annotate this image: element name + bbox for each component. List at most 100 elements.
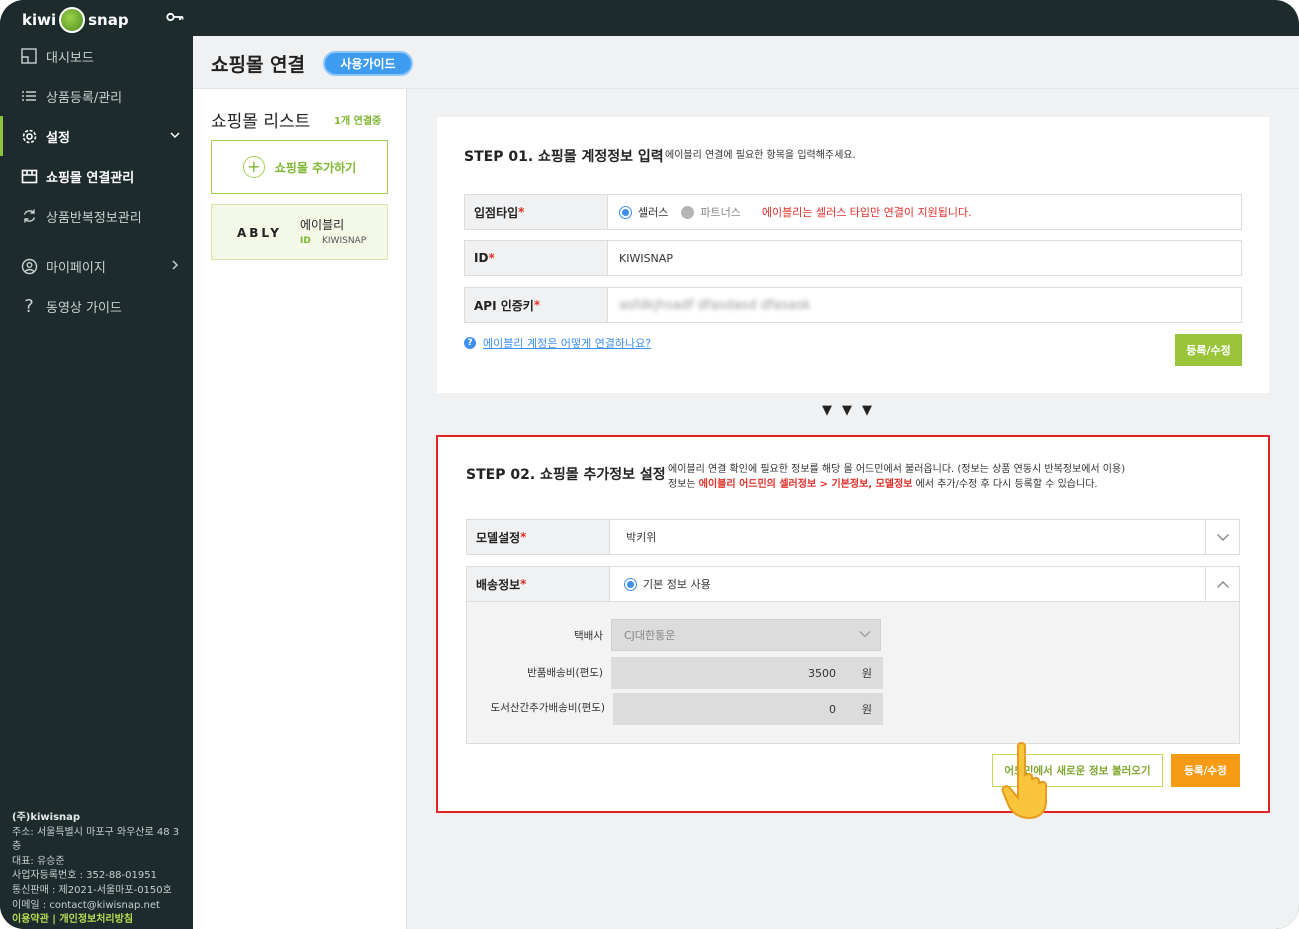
- delivery-label: 배송정보 *: [467, 567, 610, 601]
- radio-sellers[interactable]: [619, 205, 632, 219]
- step2-title: STEP 02. 쇼핑몰 추가정보 설정: [466, 467, 666, 483]
- return-fee-input[interactable]: 3500 원: [611, 657, 883, 689]
- help-icon: ?: [464, 337, 476, 349]
- plus-icon: +: [242, 156, 265, 178]
- radio-partners[interactable]: [681, 205, 695, 219]
- gear-icon: [20, 127, 38, 145]
- radio-partners-label[interactable]: 파트너스: [700, 204, 740, 220]
- id-input[interactable]: KIWISNAP: [608, 241, 1241, 275]
- kiwi-ball-icon: [59, 7, 86, 33]
- chevron-down-icon[interactable]: [1205, 520, 1239, 554]
- id-label: ID *: [465, 241, 608, 275]
- sidebar-nav: 대시보드 상품등록/관리 설정 쇼핑몰 연결관리 상품반복정보관리 마이페이지 …: [0, 36, 193, 326]
- sidebar-item-label: 마이페이지: [46, 260, 106, 276]
- model-row: 모델설정 * 박키위: [466, 519, 1240, 555]
- footer-ceo: 대표: 유승준: [12, 855, 65, 867]
- mall-count-badge: 1개 연결중: [334, 116, 382, 127]
- chevron-down-icon: [170, 132, 180, 139]
- logo-text-right: snap: [88, 11, 129, 29]
- type-label: 입점타입 *: [465, 195, 608, 229]
- add-mall-button[interactable]: + 쇼핑몰 추가하기: [211, 140, 388, 194]
- app-window: kiwi snap 대시보드 상품등록/관리 설정 쇼핑몰 연결관리 상품반복정…: [0, 0, 1299, 929]
- sidebar-item-repeat-info[interactable]: 상품반복정보관리: [0, 196, 193, 236]
- delivery-details: 택배사 CJ대한통운 반품배송비(편도) 3500 원 도서산간추가배송비(편도…: [467, 602, 1239, 743]
- api-row: API 인증키 * asfdkjhsadf dfasdasd dfasask: [464, 287, 1242, 323]
- step1-desc: 에이블리 연결에 필요한 항목을 입력해주세요.: [665, 150, 856, 161]
- store-icon: [20, 167, 38, 185]
- mall-name: 에이블리: [300, 218, 345, 232]
- chevron-right-icon: [172, 260, 179, 270]
- mall-id: KIWISNAP: [322, 236, 367, 246]
- step1-submit-button[interactable]: 등록/수정: [1175, 334, 1242, 366]
- guide-button[interactable]: 사용가이드: [323, 51, 413, 76]
- sidebar-item-settings[interactable]: 설정: [0, 116, 193, 156]
- mall-list-title: 쇼핑몰 리스트: [211, 112, 311, 132]
- radio-sellers-label[interactable]: 셀러스: [638, 204, 668, 220]
- sidebar-item-mall-connection[interactable]: 쇼핑몰 연결관리: [0, 156, 193, 196]
- sidebar: kiwi snap 대시보드 상품등록/관리 설정 쇼핑몰 연결관리 상품반복정…: [0, 0, 193, 929]
- pointer-hand-icon: [1001, 742, 1047, 820]
- logo-text-left: kiwi: [22, 11, 57, 29]
- help-link-text[interactable]: 에이블리 계정은 어떻게 연결하나요?: [483, 335, 651, 351]
- step1-title: STEP 01. 쇼핑몰 계정정보 입력: [464, 149, 664, 165]
- step2-card: STEP 02. 쇼핑몰 추가정보 설정 에이블리 연결 확인에 필요한 정보를…: [436, 435, 1270, 813]
- mall-list-panel: 쇼핑몰 리스트 1개 연결중 + 쇼핑몰 추가하기 ABLY 에이블리 ID K…: [193, 89, 407, 929]
- refresh-icon: [20, 207, 38, 225]
- api-key-input[interactable]: asfdkjhsadf dfasdasd dfasask: [608, 288, 1241, 322]
- footer-biz-no: 사업자등록번호 : 352-88-01951: [12, 870, 157, 882]
- step2-submit-button[interactable]: 등록/수정: [1171, 754, 1240, 787]
- help-link[interactable]: ? 에이블리 계정은 어떻게 연결하나요?: [464, 335, 651, 351]
- sidebar-item-label: 상품반복정보관리: [46, 210, 142, 226]
- user-icon: [20, 257, 38, 275]
- add-mall-label: 쇼핑몰 추가하기: [274, 160, 357, 175]
- delivery-header: 배송정보 * 기본 정보 사용: [467, 567, 1239, 602]
- mall-id-label: ID: [300, 236, 311, 246]
- model-select[interactable]: 박키위: [610, 520, 1239, 554]
- page-header: 쇼핑몰 연결 사용가이드: [193, 36, 1299, 89]
- island-fee-label: 도서산간추가배송비(편도): [490, 702, 605, 714]
- return-fee-label: 반품배송비(편도): [527, 667, 603, 679]
- question-icon: ?: [24, 295, 34, 317]
- sidebar-item-video-guide[interactable]: ? 동영상 가이드: [0, 286, 193, 326]
- delivery-section: 배송정보 * 기본 정보 사용 택배사 CJ대한통운 반품배송비(편도) 350…: [466, 566, 1240, 744]
- brand-logo[interactable]: kiwi snap: [22, 6, 129, 34]
- step2-desc: 에이블리 연결 확인에 필요한 정보를 해당 몰 어드민에서 불러옵니다. (정…: [668, 464, 1126, 490]
- chevron-down-icon: [859, 631, 871, 638]
- courier-select[interactable]: CJ대한통운: [611, 619, 881, 651]
- radio-default-delivery[interactable]: [624, 577, 637, 591]
- down-arrows: ▼▼▼: [822, 403, 882, 418]
- sidebar-item-label: 동영상 가이드: [46, 300, 122, 316]
- radio-default-delivery-label[interactable]: 기본 정보 사용: [643, 576, 711, 592]
- dashboard-icon: [20, 47, 38, 65]
- type-row: 입점타입 * 셀러스 파트너스 에이블리는 셀러스 타입만 연결이 지원됩니다.: [464, 194, 1242, 230]
- sidebar-item-dashboard[interactable]: 대시보드: [0, 36, 193, 76]
- sidebar-item-label: 대시보드: [46, 50, 94, 66]
- sidebar-item-products[interactable]: 상품등록/관리: [0, 76, 193, 116]
- footer-email: 이메일 : contact@kiwisnap.net: [12, 899, 160, 911]
- step1-card: STEP 01. 쇼핑몰 계정정보 입력 에이블리 연결에 필요한 항목을 입력…: [437, 117, 1269, 393]
- type-warning: 에이블리는 셀러스 타입만 연결이 지원됩니다.: [761, 206, 972, 219]
- key-icon[interactable]: [166, 10, 184, 24]
- courier-label: 택배사: [574, 630, 603, 642]
- sidebar-footer: (주)kiwisnap 주소: 서울특별시 마포구 와우산로 48 3층 대표:…: [12, 811, 187, 928]
- footer-address: 주소: 서울특별시 마포구 와우산로 48 3층: [12, 826, 180, 853]
- mall-list-item[interactable]: ABLY 에이블리 ID KIWISNAP: [211, 204, 388, 260]
- footer-links[interactable]: 이용약관 | 개인정보처리방침: [12, 913, 187, 928]
- main-content: 쇼핑몰 연결 사용가이드 쇼핑몰 리스트 1개 연결중 + 쇼핑몰 추가하기 A…: [193, 36, 1299, 929]
- ably-logo: ABLY: [237, 226, 282, 240]
- id-row: ID * KIWISNAP: [464, 240, 1242, 276]
- sidebar-item-label: 설정: [46, 130, 70, 146]
- model-label: 모델설정 *: [467, 520, 610, 554]
- sidebar-item-label: 쇼핑몰 연결관리: [46, 170, 135, 186]
- chevron-up-icon[interactable]: [1205, 567, 1239, 601]
- api-label: API 인증키 *: [465, 288, 608, 322]
- list-icon: [20, 87, 38, 105]
- footer-company: (주)kiwisnap: [12, 812, 81, 823]
- delivery-option: 기본 정보 사용: [610, 567, 1239, 601]
- island-fee-input[interactable]: 0 원: [613, 693, 883, 725]
- sidebar-item-mypage[interactable]: 마이페이지: [0, 246, 193, 286]
- sidebar-item-label: 상품등록/관리: [46, 90, 123, 106]
- page-title: 쇼핑몰 연결: [211, 54, 306, 76]
- footer-ecommerce: 통신판매 : 제2021-서울마포-0150호: [12, 884, 172, 896]
- type-value: 셀러스 파트너스 에이블리는 셀러스 타입만 연결이 지원됩니다.: [608, 195, 1241, 229]
